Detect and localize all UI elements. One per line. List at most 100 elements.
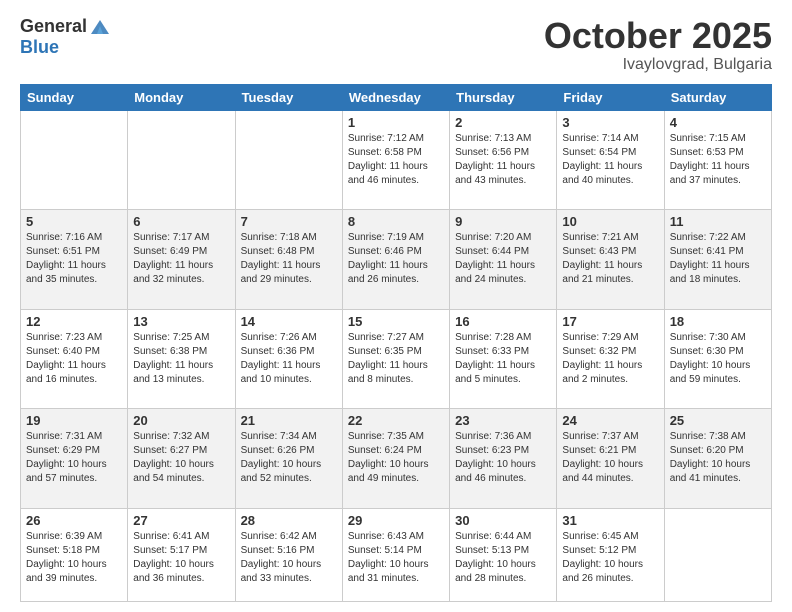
day-number: 24: [562, 413, 658, 428]
calendar-cell: 9 Sunrise: 7:20 AM Sunset: 6:44 PM Daylig…: [450, 210, 557, 310]
day-info: Sunrise: 7:38 AM Sunset: 6:20 PM Dayligh…: [670, 430, 766, 486]
day-info: Sunrise: 6:43 AM Sunset: 5:14 PM Dayligh…: [348, 530, 444, 586]
calendar-cell: 1 Sunrise: 7:12 AM Sunset: 6:58 PM Daylig…: [342, 110, 449, 210]
day-info: Sunrise: 7:15 AM Sunset: 6:53 PM Dayligh…: [670, 132, 766, 188]
header-wednesday: Wednesday: [342, 84, 449, 110]
calendar-cell: 25 Sunrise: 7:38 AM Sunset: 6:20 PM Dayli…: [664, 409, 771, 509]
day-info: Sunrise: 7:25 AM Sunset: 6:38 PM Dayligh…: [133, 331, 229, 387]
logo-icon: [89, 16, 111, 38]
day-info: Sunrise: 7:12 AM Sunset: 6:58 PM Dayligh…: [348, 132, 444, 188]
calendar-cell: 26 Sunrise: 6:39 AM Sunset: 5:18 PM Dayli…: [21, 509, 128, 602]
calendar-cell: 8Sunrise: 7:19 AM Sunset: 6:46 PM Daylig…: [342, 210, 449, 310]
day-number: 18: [670, 314, 766, 329]
day-info: Sunrise: 7:13 AM Sunset: 6:56 PM Dayligh…: [455, 132, 551, 188]
day-info: Sunrise: 7:17 AM Sunset: 6:49 PM Dayligh…: [133, 231, 229, 287]
day-info: Sunrise: 7:16 AM Sunset: 6:51 PM Dayligh…: [26, 231, 122, 287]
calendar-cell: 21 Sunrise: 7:34 AM Sunset: 6:26 PM Dayli…: [235, 409, 342, 509]
day-info: Sunrise: 7:18 AM Sunset: 6:48 PM Dayligh…: [241, 231, 337, 287]
header-thursday: Thursday: [450, 84, 557, 110]
day-number: 21: [241, 413, 337, 428]
calendar-cell: [235, 110, 342, 210]
calendar-week-4: 26 Sunrise: 6:39 AM Sunset: 5:18 PM Dayli…: [21, 509, 772, 602]
calendar-cell: 30Sunrise: 6:44 AM Sunset: 5:13 PM Dayli…: [450, 509, 557, 602]
day-info: Sunrise: 7:23 AM Sunset: 6:40 PM Dayligh…: [26, 331, 122, 387]
day-number: 31: [562, 513, 658, 528]
day-number: 16: [455, 314, 551, 329]
day-number: 17: [562, 314, 658, 329]
calendar-cell: 22Sunrise: 7:35 AM Sunset: 6:24 PM Dayli…: [342, 409, 449, 509]
day-number: 19: [26, 413, 122, 428]
day-info: Sunrise: 7:28 AM Sunset: 6:33 PM Dayligh…: [455, 331, 551, 387]
calendar-week-0: 1 Sunrise: 7:12 AM Sunset: 6:58 PM Daylig…: [21, 110, 772, 210]
day-number: 22: [348, 413, 444, 428]
day-number: 10: [562, 214, 658, 229]
header: General Blue October 2025 Ivaylovgrad, B…: [20, 16, 772, 74]
calendar-cell: 13 Sunrise: 7:25 AM Sunset: 6:38 PM Dayli…: [128, 309, 235, 409]
day-number: 5: [26, 214, 122, 229]
day-info: Sunrise: 7:27 AM Sunset: 6:35 PM Dayligh…: [348, 331, 444, 387]
day-info: Sunrise: 7:37 AM Sunset: 6:21 PM Dayligh…: [562, 430, 658, 486]
calendar-cell: 27 Sunrise: 6:41 AM Sunset: 5:17 PM Dayli…: [128, 509, 235, 602]
day-number: 2: [455, 115, 551, 130]
month-title: October 2025: [544, 16, 772, 56]
calendar-week-1: 5 Sunrise: 7:16 AM Sunset: 6:51 PM Daylig…: [21, 210, 772, 310]
day-number: 3: [562, 115, 658, 130]
calendar-cell: 3Sunrise: 7:14 AM Sunset: 6:54 PM Daylig…: [557, 110, 664, 210]
day-info: Sunrise: 6:41 AM Sunset: 5:17 PM Dayligh…: [133, 530, 229, 586]
logo-blue: Blue: [20, 38, 111, 58]
day-number: 13: [133, 314, 229, 329]
calendar-cell: [664, 509, 771, 602]
calendar-cell: 10 Sunrise: 7:21 AM Sunset: 6:43 PM Dayli…: [557, 210, 664, 310]
day-number: 9: [455, 214, 551, 229]
day-info: Sunrise: 7:36 AM Sunset: 6:23 PM Dayligh…: [455, 430, 551, 486]
day-info: Sunrise: 7:31 AM Sunset: 6:29 PM Dayligh…: [26, 430, 122, 486]
header-friday: Friday: [557, 84, 664, 110]
calendar-table: Sunday Monday Tuesday Wednesday Thursday…: [20, 84, 772, 602]
calendar-cell: 2 Sunrise: 7:13 AM Sunset: 6:56 PM Daylig…: [450, 110, 557, 210]
calendar-cell: 28Sunrise: 6:42 AM Sunset: 5:16 PM Dayli…: [235, 509, 342, 602]
calendar-cell: 20 Sunrise: 7:32 AM Sunset: 6:27 PM Dayli…: [128, 409, 235, 509]
day-number: 25: [670, 413, 766, 428]
title-block: October 2025 Ivaylovgrad, Bulgaria: [544, 16, 772, 74]
calendar-week-3: 19 Sunrise: 7:31 AM Sunset: 6:29 PM Dayli…: [21, 409, 772, 509]
day-number: 4: [670, 115, 766, 130]
header-tuesday: Tuesday: [235, 84, 342, 110]
day-number: 11: [670, 214, 766, 229]
day-info: Sunrise: 7:30 AM Sunset: 6:30 PM Dayligh…: [670, 331, 766, 387]
day-number: 28: [241, 513, 337, 528]
day-info: Sunrise: 7:32 AM Sunset: 6:27 PM Dayligh…: [133, 430, 229, 486]
day-number: 29: [348, 513, 444, 528]
calendar-cell: [128, 110, 235, 210]
calendar-cell: 12 Sunrise: 7:23 AM Sunset: 6:40 PM Dayli…: [21, 309, 128, 409]
calendar-cell: 29 Sunrise: 6:43 AM Sunset: 5:14 PM Dayli…: [342, 509, 449, 602]
day-number: 23: [455, 413, 551, 428]
calendar-week-2: 12 Sunrise: 7:23 AM Sunset: 6:40 PM Dayli…: [21, 309, 772, 409]
calendar-cell: 14Sunrise: 7:26 AM Sunset: 6:36 PM Dayli…: [235, 309, 342, 409]
day-info: Sunrise: 7:21 AM Sunset: 6:43 PM Dayligh…: [562, 231, 658, 287]
logo: General Blue: [20, 16, 111, 58]
day-info: Sunrise: 7:20 AM Sunset: 6:44 PM Dayligh…: [455, 231, 551, 287]
day-number: 20: [133, 413, 229, 428]
calendar-cell: [21, 110, 128, 210]
calendar-cell: 11Sunrise: 7:22 AM Sunset: 6:41 PM Dayli…: [664, 210, 771, 310]
day-info: Sunrise: 6:39 AM Sunset: 5:18 PM Dayligh…: [26, 530, 122, 586]
calendar-cell: 4 Sunrise: 7:15 AM Sunset: 6:53 PM Daylig…: [664, 110, 771, 210]
logo-general: General: [20, 17, 87, 37]
day-number: 12: [26, 314, 122, 329]
calendar-cell: 7Sunrise: 7:18 AM Sunset: 6:48 PM Daylig…: [235, 210, 342, 310]
calendar-cell: 17Sunrise: 7:29 AM Sunset: 6:32 PM Dayli…: [557, 309, 664, 409]
day-number: 8: [348, 214, 444, 229]
location: Ivaylovgrad, Bulgaria: [544, 56, 772, 74]
day-number: 27: [133, 513, 229, 528]
calendar-cell: 5 Sunrise: 7:16 AM Sunset: 6:51 PM Daylig…: [21, 210, 128, 310]
day-info: Sunrise: 7:26 AM Sunset: 6:36 PM Dayligh…: [241, 331, 337, 387]
calendar-cell: 31 Sunrise: 6:45 AM Sunset: 5:12 PM Dayli…: [557, 509, 664, 602]
day-number: 15: [348, 314, 444, 329]
day-number: 30: [455, 513, 551, 528]
calendar-cell: 19 Sunrise: 7:31 AM Sunset: 6:29 PM Dayli…: [21, 409, 128, 509]
day-info: Sunrise: 7:34 AM Sunset: 6:26 PM Dayligh…: [241, 430, 337, 486]
day-info: Sunrise: 6:45 AM Sunset: 5:12 PM Dayligh…: [562, 530, 658, 586]
day-number: 1: [348, 115, 444, 130]
header-monday: Monday: [128, 84, 235, 110]
day-number: 26: [26, 513, 122, 528]
